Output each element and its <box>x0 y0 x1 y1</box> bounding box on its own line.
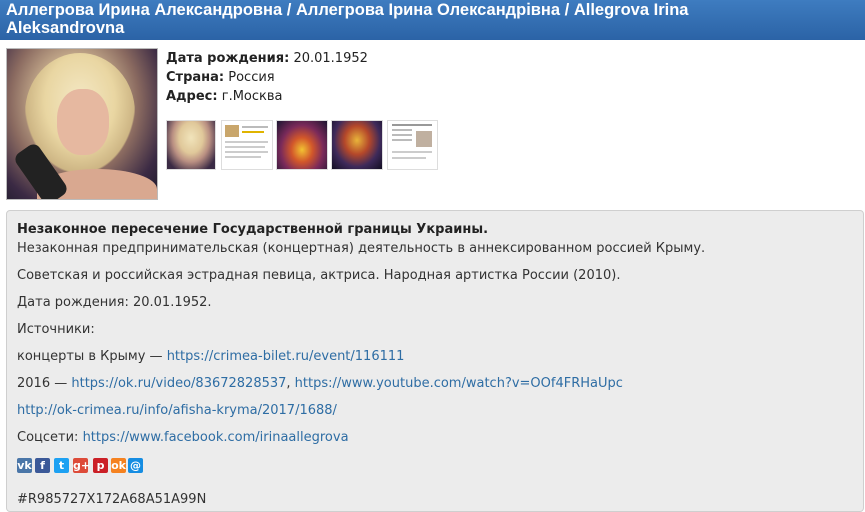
thumbnail-document-2[interactable] <box>387 120 438 170</box>
crimea-prefix: концерты в Крыму — <box>17 349 167 364</box>
facebook-link[interactable]: https://www.facebook.com/irinaallegrova <box>83 430 349 445</box>
photo-face <box>57 89 109 155</box>
email-icon[interactable]: @ <box>128 458 143 473</box>
sources-label: Источники: <box>17 322 95 337</box>
facebook-icon[interactable]: f <box>35 458 50 473</box>
address-row: Адрес: г.Москва <box>166 87 368 106</box>
details-heading: Незаконное пересечение Государственной г… <box>17 222 489 237</box>
birth-label: Дата рождения: <box>166 51 290 66</box>
profile-info: Дата рождения: 20.01.1952 Страна: Россия… <box>166 49 368 106</box>
birth-value: 20.01.1952 <box>293 51 368 66</box>
social-prefix: Соцсети: <box>17 430 83 445</box>
address-value: г.Москва <box>221 89 283 104</box>
vk-icon[interactable]: vk <box>17 458 32 473</box>
thumbnail-concert-2[interactable] <box>331 120 383 170</box>
comma-separator: , <box>286 376 295 391</box>
thumbnail-photo-1[interactable] <box>166 120 216 170</box>
country-row: Страна: Россия <box>166 68 368 87</box>
page-header: Аллегрова Ирина Александровна / Аллегров… <box>0 0 865 40</box>
ok-video-link[interactable]: https://ok.ru/video/83672828537 <box>71 376 286 391</box>
youtube-link[interactable]: https://www.youtube.com/watch?v=OOf4FRHa… <box>295 376 623 391</box>
y2016-row: 2016 — https://ok.ru/video/83672828537, … <box>17 376 623 391</box>
google-plus-icon[interactable]: g+ <box>73 458 90 473</box>
thumbnail-concert-1[interactable] <box>276 120 328 170</box>
birth-row: Дата рождения: 20.01.1952 <box>166 49 368 68</box>
y2016-prefix: 2016 — <box>17 376 72 391</box>
details-line-2: Советская и российская эстрадная певица,… <box>17 268 621 283</box>
afisha-row: http://ok-crimea.ru/info/afisha-kryma/20… <box>17 403 337 418</box>
crimea-row: концерты в Крыму — https://crimea-bilet.… <box>17 349 404 364</box>
country-label: Страна: <box>166 70 225 85</box>
crimea-link[interactable]: https://crimea-bilet.ru/event/116111 <box>167 349 405 364</box>
page-title: Аллегрова Ирина Александровна / Аллегров… <box>6 1 689 37</box>
country-value: Россия <box>228 70 275 85</box>
thumbnail-document-1[interactable] <box>221 120 273 170</box>
details-line-3: Дата рождения: 20.01.1952. <box>17 295 212 310</box>
pinterest-icon[interactable]: p <box>93 458 108 473</box>
odnoklassniki-icon[interactable]: ok <box>111 458 126 473</box>
profile-photo[interactable] <box>6 48 158 200</box>
details-line-1: Незаконная предпринимательская (концертн… <box>17 241 706 256</box>
address-label: Адрес: <box>166 89 218 104</box>
afisha-link[interactable]: http://ok-crimea.ru/info/afisha-kryma/20… <box>17 403 337 418</box>
social-row: Соцсети: https://www.facebook.com/irinaa… <box>17 430 349 445</box>
twitter-icon[interactable]: t <box>54 458 69 473</box>
